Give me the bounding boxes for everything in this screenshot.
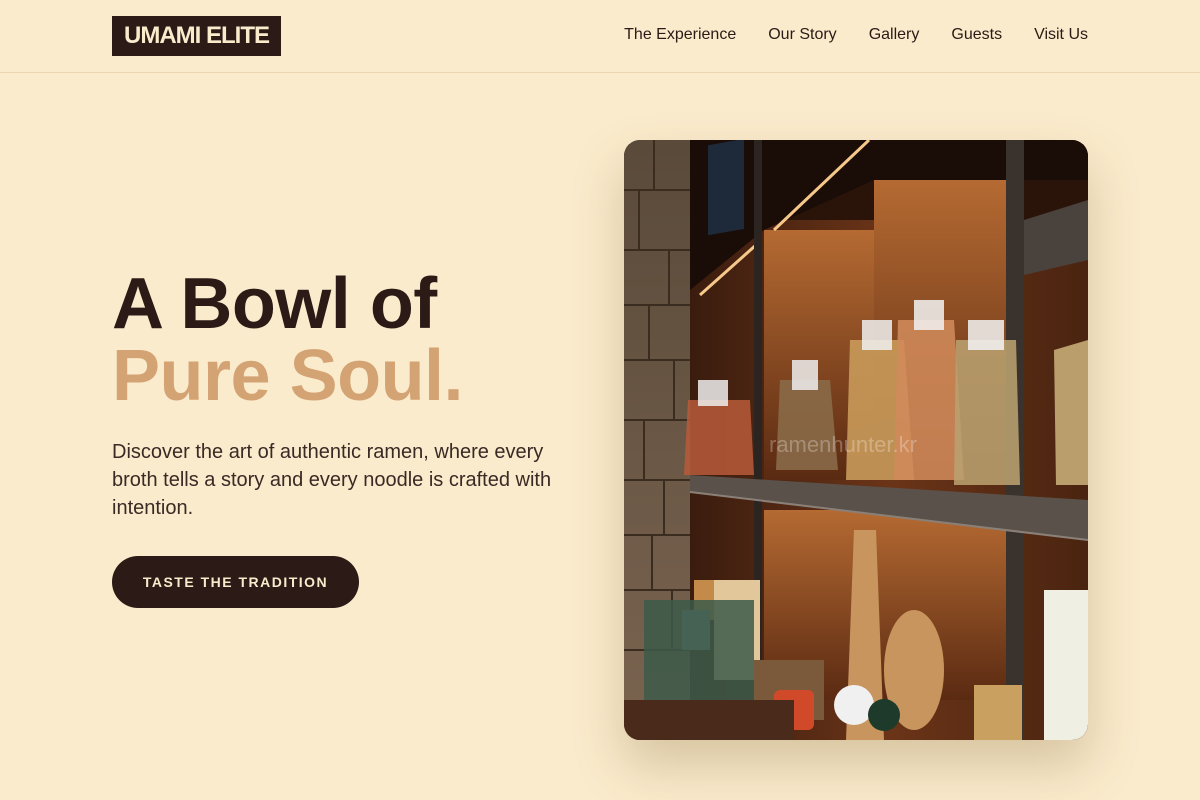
nav-link-our-story[interactable]: Our Story — [768, 24, 836, 46]
taste-tradition-button[interactable]: TASTE THE TRADITION — [112, 556, 359, 608]
hero-description: Discover the art of authentic ramen, whe… — [112, 441, 552, 519]
hero-title-line2: Pure Soul. — [112, 336, 464, 416]
site-header: UMAMI ELITE The Experience Our Story Gal… — [0, 0, 1200, 73]
pantry-shelf-illustration: ramenhunter.kr — [624, 140, 1088, 740]
hero-title-line1: A Bowl of — [112, 264, 437, 344]
main-nav: The Experience Our Story Gallery Guests … — [624, 24, 1088, 46]
nav-link-experience[interactable]: The Experience — [624, 24, 736, 46]
hero-image: ramenhunter.kr — [624, 140, 1088, 740]
brand-logo[interactable]: UMAMI ELITE — [112, 16, 281, 56]
nav-link-gallery[interactable]: Gallery — [869, 24, 920, 46]
hero-copy: A Bowl of Pure Soul. Discover the art of… — [112, 268, 582, 522]
nav-link-visit-us[interactable]: Visit Us — [1034, 24, 1088, 46]
nav-link-guests[interactable]: Guests — [951, 24, 1002, 46]
image-watermark: ramenhunter.kr — [769, 432, 917, 457]
